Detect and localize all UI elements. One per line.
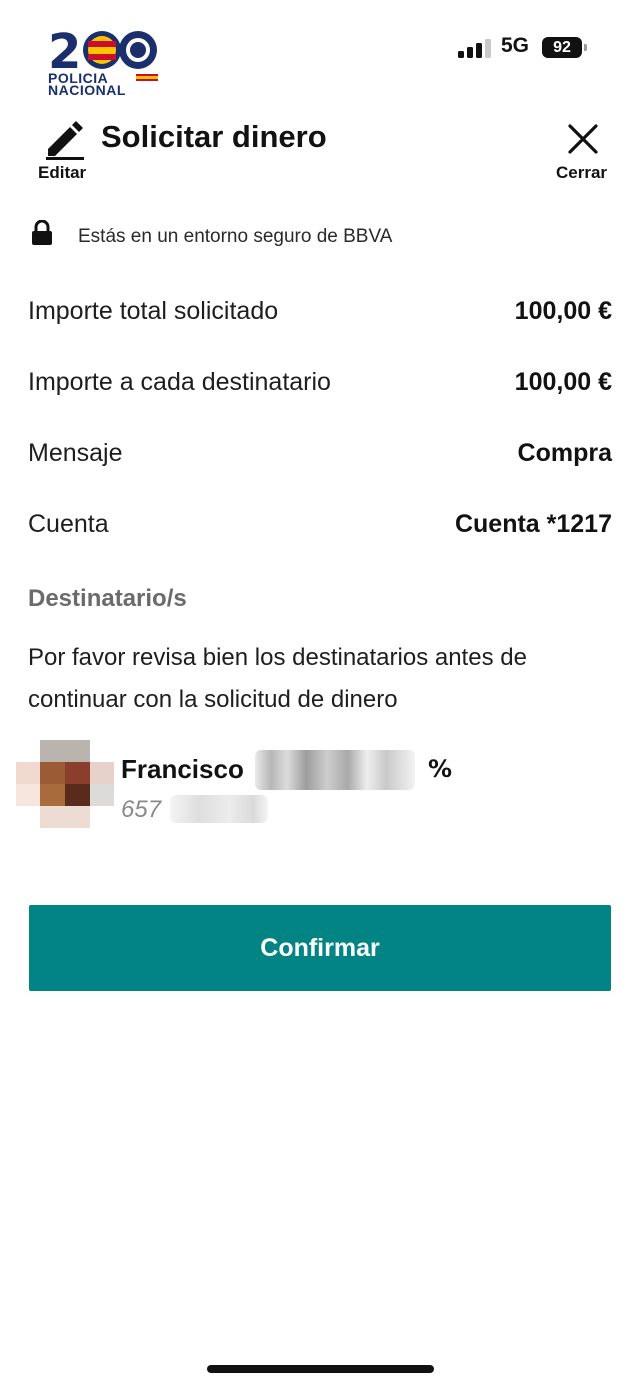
- svg-text:2: 2: [48, 26, 81, 74]
- avatar: [16, 740, 114, 828]
- close-icon[interactable]: [566, 122, 600, 156]
- network-type: 5G: [501, 34, 530, 57]
- policia-nacional-200-logo: 2 POLICIA NACIONAL: [48, 24, 160, 98]
- recipient-phone: 657: [121, 796, 162, 823]
- battery-icon: 92: [542, 37, 582, 58]
- detail-row-account: Cuenta Cuenta *1217: [28, 510, 612, 550]
- detail-value: Compra: [517, 439, 612, 467]
- detail-label: Mensaje: [28, 439, 123, 467]
- bizum-icon: %: [428, 755, 453, 783]
- page-title: Solicitar dinero: [101, 119, 327, 154]
- recipient-phone-redacted: [170, 795, 268, 823]
- detail-label: Importe total solicitado: [28, 297, 279, 325]
- detail-label: Cuenta: [28, 510, 109, 538]
- logo-text-nacional: NACIONAL: [48, 82, 126, 98]
- signal-strength-icon: [458, 38, 492, 58]
- detail-row-per-recipient: Importe a cada destinatario 100,00 €: [28, 368, 612, 408]
- recipients-section-title: Destinatario/s: [28, 585, 187, 612]
- detail-value: 100,00 €: [514, 297, 612, 325]
- battery-tip: [584, 44, 587, 51]
- detail-label: Importe a cada destinatario: [28, 368, 331, 396]
- detail-row-total: Importe total solicitado 100,00 €: [28, 297, 612, 337]
- recipients-notice: Por favor revisa bien los destinatarios …: [28, 644, 527, 713]
- detail-value: 100,00 €: [514, 368, 612, 396]
- lock-icon: [31, 219, 53, 246]
- confirm-button[interactable]: Confirmar: [29, 905, 611, 991]
- logo-mark: 2: [48, 24, 160, 80]
- close-button[interactable]: Cerrar: [556, 163, 607, 183]
- recipient-name: Francisco: [121, 754, 244, 784]
- secure-environment-text: Estás en un entorno seguro de BBVA: [78, 226, 393, 247]
- pencil-icon[interactable]: [44, 118, 86, 160]
- home-indicator[interactable]: [207, 1365, 434, 1373]
- recipient-surname-redacted: [255, 750, 415, 790]
- edit-button[interactable]: Editar: [38, 163, 86, 183]
- logo-flag: [136, 74, 158, 81]
- detail-value: Cuenta *1217: [454, 510, 612, 538]
- detail-row-message: Mensaje Compra: [28, 439, 612, 479]
